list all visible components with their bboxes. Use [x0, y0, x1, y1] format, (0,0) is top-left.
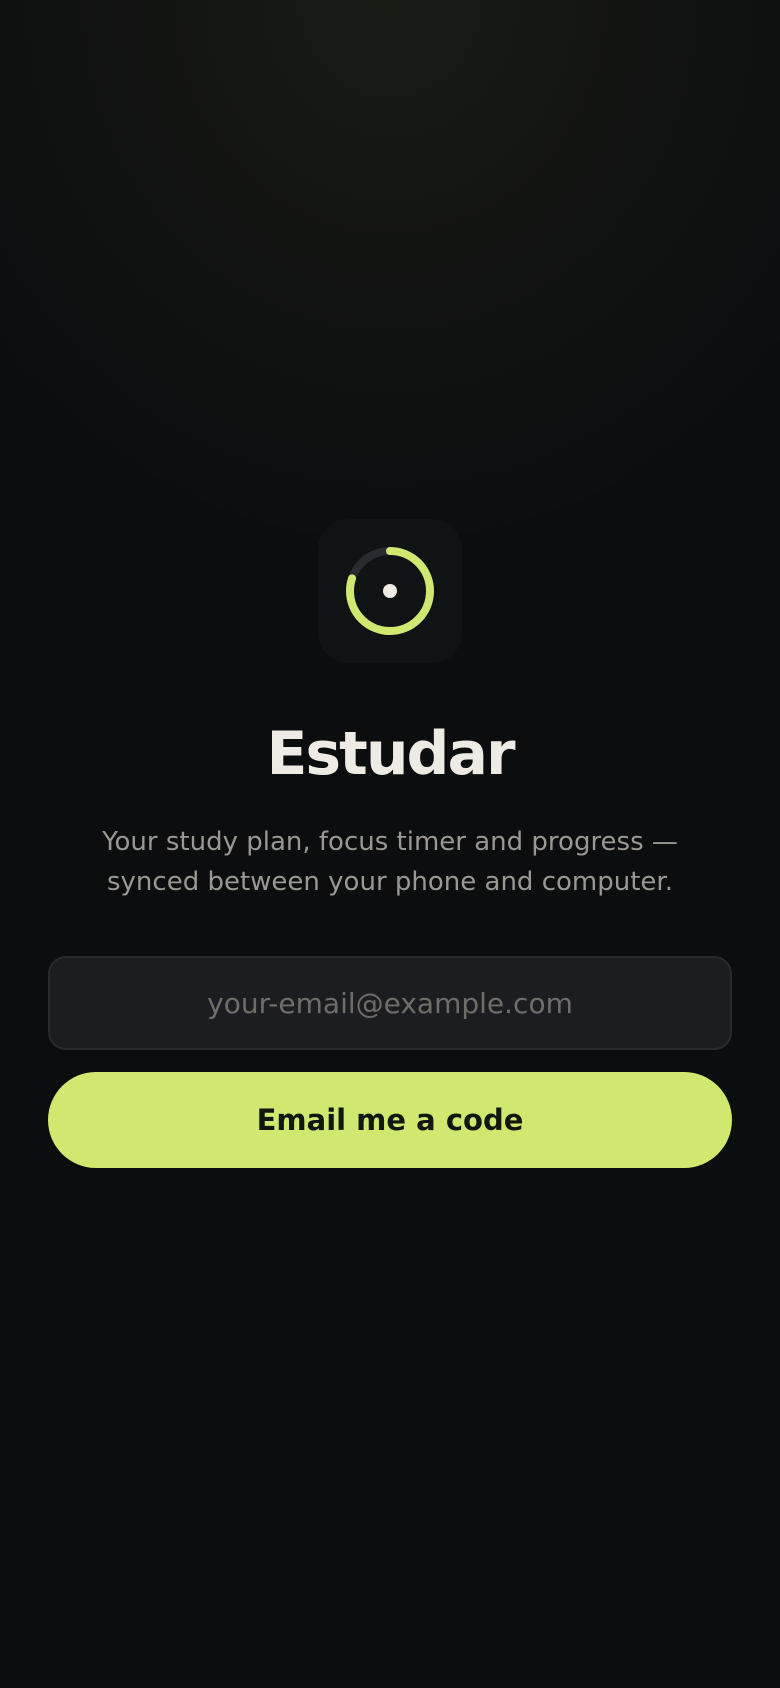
login-screen: Estudar Your study plan, focus timer and…: [0, 0, 780, 1688]
app-logo: [318, 519, 462, 663]
progress-ring-center-dot: [383, 584, 397, 598]
email-input[interactable]: [48, 956, 732, 1050]
app-title: Estudar: [266, 719, 515, 789]
progress-ring-icon: [346, 547, 434, 635]
app-tagline: Your study plan, focus timer and progres…: [102, 827, 678, 897]
email-code-button[interactable]: Email me a code: [48, 1072, 732, 1168]
